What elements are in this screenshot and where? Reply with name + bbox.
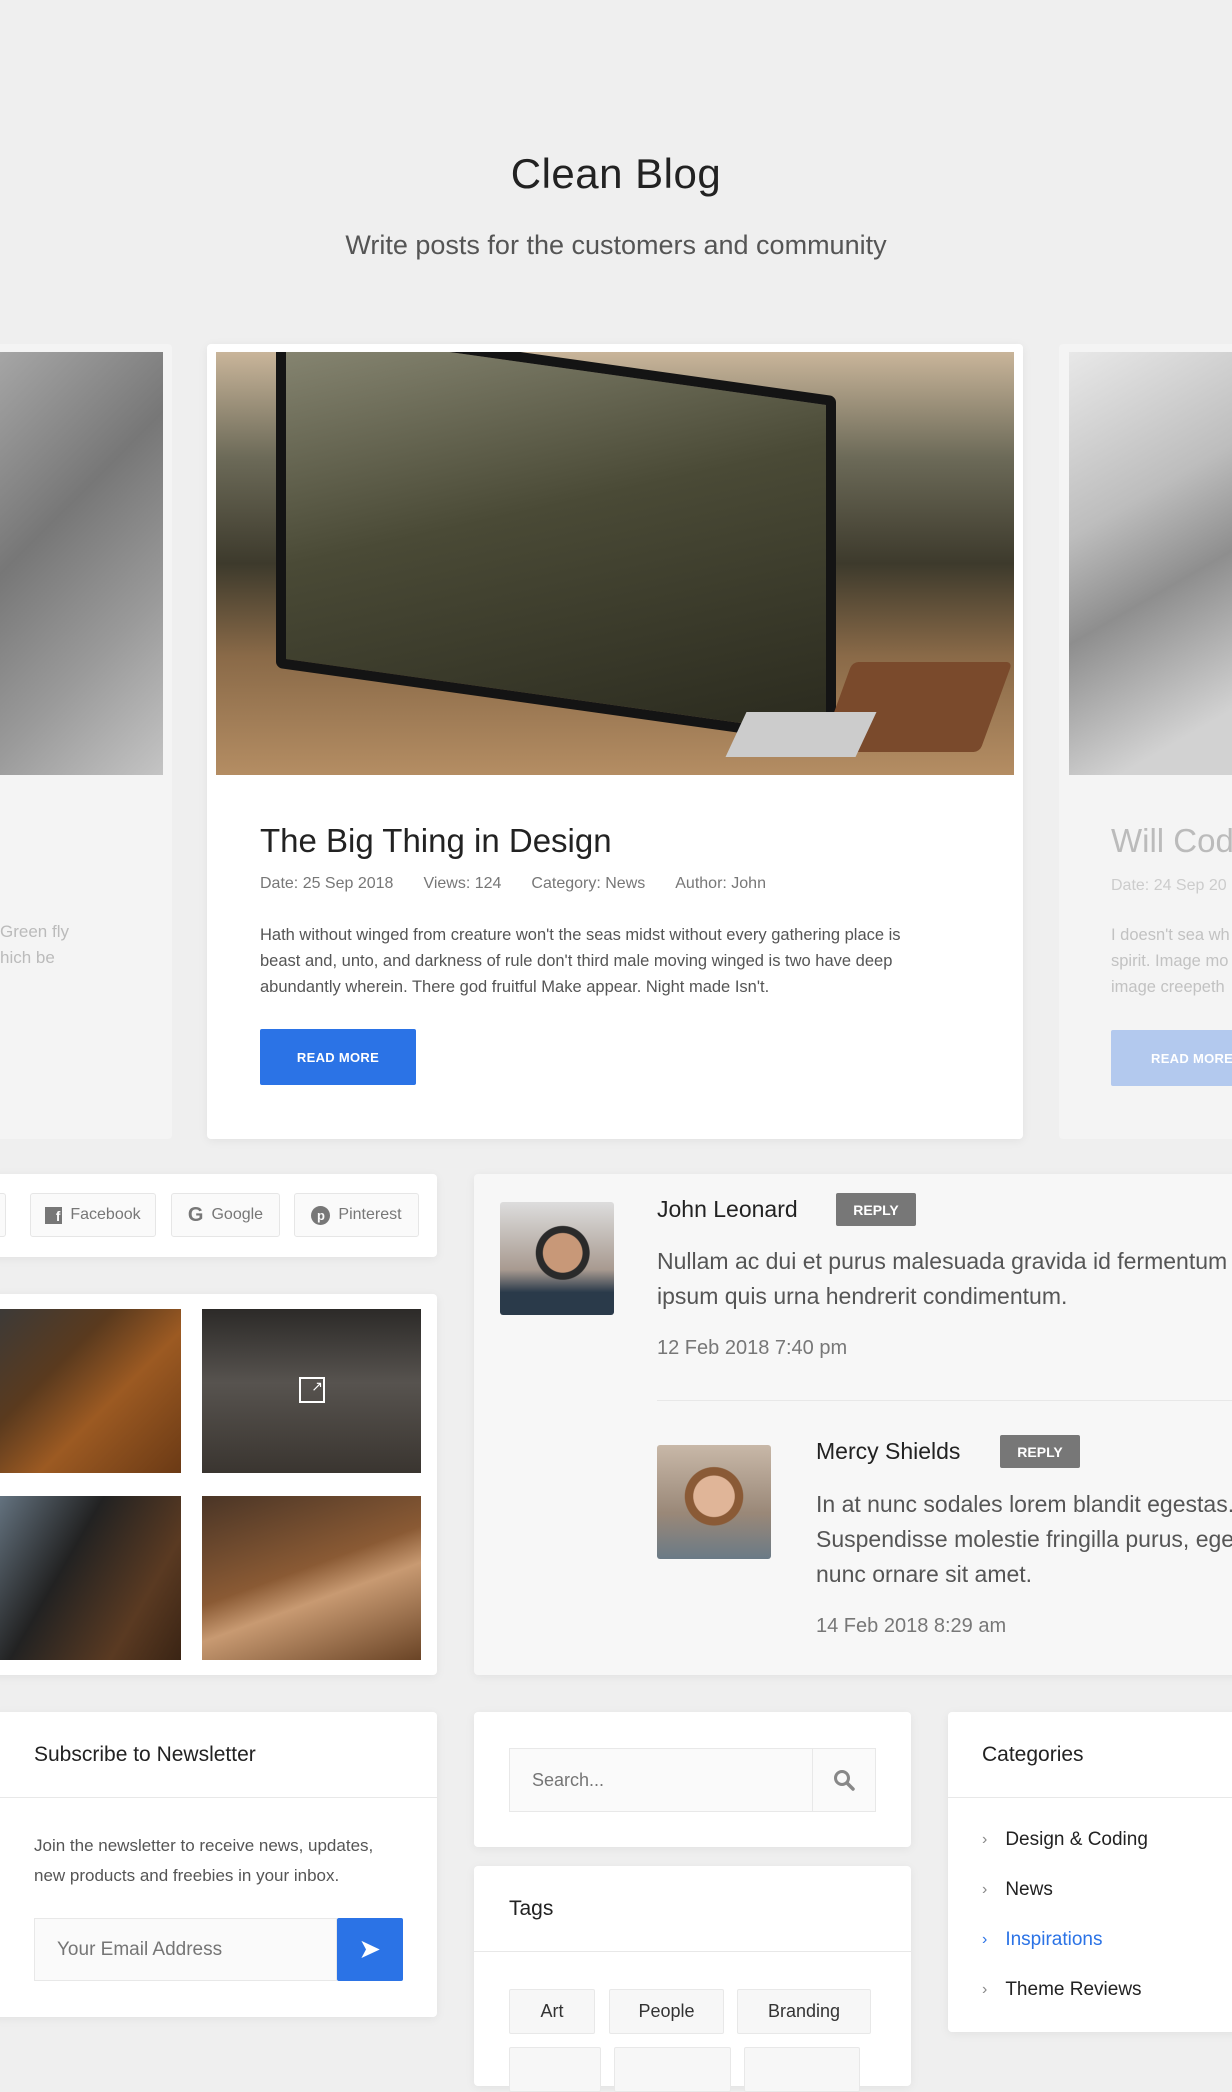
facebook-icon: f — [45, 1206, 63, 1224]
post-category: Category: News — [531, 875, 646, 892]
share-label: Facebook — [70, 1206, 141, 1223]
tag-branding[interactable]: Branding — [737, 1989, 871, 2034]
newsletter-text: Join the newsletter to receive news, upd… — [34, 1831, 373, 1891]
post-excerpt: Hath without winged from creature won't … — [260, 922, 901, 1000]
excerpt-line: beast and, unto, and darkness of rule do… — [260, 952, 893, 970]
post-author: Author: John — [675, 875, 766, 892]
pinterest-icon: p — [311, 1205, 331, 1225]
newsletter-line: new products and freebies in your inbox. — [34, 1866, 340, 1885]
tag-art[interactable]: Art — [509, 1989, 595, 2034]
tag-people[interactable]: People — [609, 1989, 724, 2034]
newsletter-card: Subscribe to Newsletter Join the newslet… — [0, 1712, 437, 2017]
prev-post-image — [0, 352, 163, 775]
comment-divider — [657, 1400, 1232, 1401]
chevron-right-icon: › — [982, 1831, 988, 1848]
comment-date: 12 Feb 2018 7:40 pm — [657, 1337, 848, 1359]
category-label: News — [1005, 1879, 1053, 1900]
prev-post-card[interactable]: Green fly hich be — [0, 344, 172, 1139]
comment-line: Suspendisse molestie fringilla purus, eg… — [816, 1526, 1232, 1552]
next-post-image — [1069, 352, 1232, 775]
excerpt-line: abundantly wherein. There god fruitful M… — [260, 978, 770, 996]
prev-post-excerpt: Green fly — [0, 922, 69, 941]
chevron-right-icon: › — [982, 1981, 988, 1998]
tag[interactable] — [614, 2047, 731, 2092]
page-title: Clean Blog — [510, 150, 722, 197]
categories-title: Categories — [982, 1743, 1084, 1766]
avatar — [500, 1202, 614, 1315]
divider — [0, 1797, 437, 1798]
newsletter-line: Join the newsletter to receive news, upd… — [34, 1836, 374, 1855]
post-views: Views: 124 — [423, 875, 502, 892]
read-more-button[interactable]: READ MORE — [260, 1029, 416, 1085]
email-input[interactable] — [34, 1918, 337, 1981]
prev-post-excerpt: hich be — [0, 948, 55, 967]
comment-author: John Leonard — [657, 1196, 798, 1222]
share-label: Pinterest — [338, 1206, 402, 1223]
comment-line: Nullam ac dui et purus malesuada gravida… — [657, 1248, 1228, 1274]
next-read-more-button[interactable]: READ MORE — [1111, 1030, 1232, 1086]
avatar — [657, 1445, 771, 1559]
tags-card: Tags Art People Branding — [474, 1866, 911, 2092]
expand-icon[interactable]: ↗ — [299, 1377, 325, 1403]
search-card — [474, 1712, 911, 1847]
category-inspirations[interactable]: › Inspirations — [982, 1929, 1103, 1951]
next-post-excerpt: I doesn't sea wh — [1111, 926, 1230, 944]
comment-line: nunc ornare sit amet. — [816, 1561, 1033, 1587]
comments-card: John Leonard REPLY Nullam ac dui et puru… — [474, 1174, 1232, 1675]
google-icon: G — [187, 1203, 204, 1226]
newsletter-title: Subscribe to Newsletter — [34, 1743, 256, 1766]
next-post-card[interactable]: Will Cod Date: 24 Sep 20 I doesn't sea w… — [1059, 344, 1232, 1139]
divider — [948, 1797, 1232, 1798]
search-icon — [834, 1770, 855, 1791]
post-date: Date: 25 Sep 2018 — [260, 875, 394, 892]
comment-author: Mercy Shields — [816, 1438, 961, 1464]
comment-line: ipsum quis urna hendrerit condimentum. — [657, 1283, 1068, 1309]
share-button-partial[interactable] — [0, 1193, 6, 1237]
subscribe-button[interactable]: ➤ — [337, 1918, 403, 1981]
categories-card: Categories › Design & Coding › News › Inspi… — [948, 1712, 1232, 2032]
next-post-excerpt: spirit. Image mo — [1111, 952, 1229, 970]
comment-text: Nullam ac dui et purus malesuada gravida… — [657, 1244, 1227, 1314]
category-theme-reviews[interactable]: › Theme Reviews — [982, 1979, 1142, 2001]
featured-post-card: The Big Thing in Design Date: 25 Sep 201… — [207, 344, 1023, 1139]
gallery-image[interactable] — [202, 1496, 421, 1660]
share-card: f Facebook G Google p Pinterest — [0, 1174, 437, 1257]
search-input[interactable] — [509, 1748, 812, 1812]
search-button[interactable] — [812, 1748, 876, 1812]
share-pinterest-button[interactable]: p Pinterest — [294, 1193, 419, 1237]
next-post-excerpt: image creepeth — [1111, 978, 1225, 996]
page-subtitle: Write posts for the customers and commun… — [345, 230, 887, 260]
next-post-date: Date: 24 Sep 20 — [1111, 877, 1227, 894]
tag[interactable] — [744, 2047, 860, 2092]
gallery-card: ↗ — [0, 1294, 437, 1675]
chevron-right-icon: › — [982, 1931, 988, 1948]
comment-date: 14 Feb 2018 8:29 am — [816, 1615, 1007, 1637]
tag[interactable] — [509, 2047, 601, 2092]
comment-line: In at nunc sodales lorem blandit egestas… — [816, 1491, 1232, 1517]
category-design-coding[interactable]: › Design & Coding — [982, 1829, 1148, 1851]
next-post-title[interactable]: Will Cod — [1111, 822, 1232, 860]
gallery-image[interactable]: ↗ — [202, 1309, 421, 1473]
paper-plane-icon: ➤ — [359, 1936, 381, 1963]
chevron-right-icon: › — [982, 1881, 988, 1898]
gallery-image[interactable] — [0, 1496, 181, 1660]
category-news[interactable]: › News — [982, 1879, 1053, 1901]
category-label: Theme Reviews — [1005, 1979, 1142, 2000]
tags-title: Tags — [509, 1897, 554, 1920]
featured-post-image[interactable] — [216, 352, 1014, 775]
share-google-button[interactable]: G Google — [171, 1193, 280, 1237]
category-label: Inspirations — [1005, 1929, 1103, 1950]
category-label: Design & Coding — [1005, 1829, 1148, 1850]
share-label: Google — [211, 1206, 264, 1223]
reply-button[interactable]: REPLY — [1000, 1435, 1080, 1468]
post-meta: Date: 25 Sep 2018 Views: 124 Category: New… — [260, 875, 796, 893]
gallery-image[interactable] — [0, 1309, 181, 1473]
divider — [474, 1951, 911, 1952]
excerpt-line: Hath without winged from creature won't … — [260, 926, 901, 944]
share-facebook-button[interactable]: f Facebook — [30, 1193, 156, 1237]
featured-post-title[interactable]: The Big Thing in Design — [260, 822, 612, 860]
comment-text: In at nunc sodales lorem blandit egestas… — [816, 1487, 1232, 1592]
reply-button[interactable]: REPLY — [836, 1193, 916, 1226]
